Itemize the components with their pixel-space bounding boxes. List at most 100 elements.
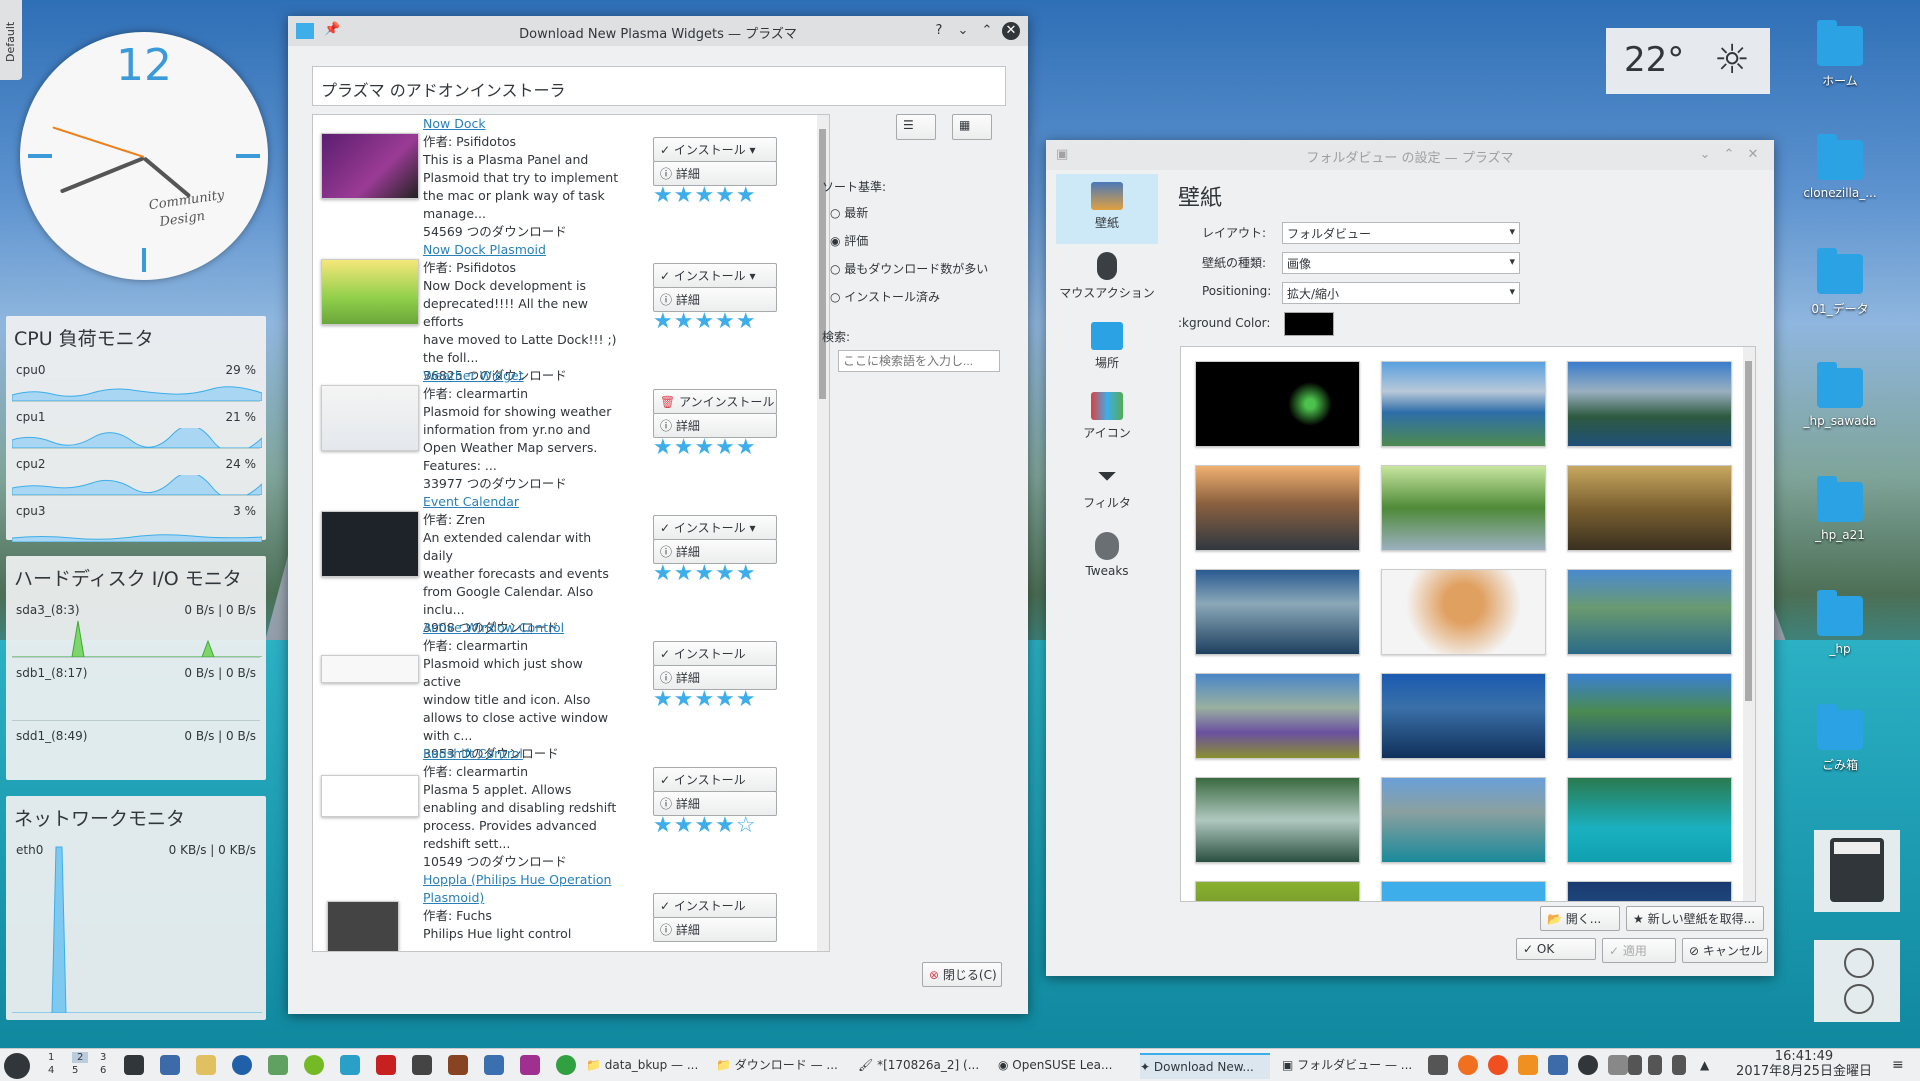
close-window-button[interactable]: ✕: [1744, 146, 1762, 164]
install-button[interactable]: ✓ インストール ▾: [653, 137, 777, 162]
wallpaper-thumbnail[interactable]: [1195, 465, 1360, 551]
install-button[interactable]: ✓ インストール: [653, 641, 777, 666]
tool-icon[interactable]: [268, 1055, 288, 1075]
apply-button[interactable]: ✓ 適用: [1602, 938, 1676, 963]
task-image-editor[interactable]: 🖌 *[170826a_2] (...: [858, 1053, 986, 1077]
icon-view-button[interactable]: ▦: [952, 114, 992, 140]
wallpaper-thumbnail[interactable]: [1381, 569, 1546, 655]
wallpaper-thumbnail[interactable]: [1381, 361, 1546, 447]
weather-widget[interactable]: 22° ☼: [1606, 28, 1770, 94]
wallpaper-thumbnail[interactable]: [1381, 777, 1546, 863]
wallpaper-thumbnail[interactable]: [1567, 569, 1732, 655]
item-title-link[interactable]: Redshift Control: [423, 745, 623, 763]
wallpaper-thumbnail[interactable]: [1381, 465, 1546, 551]
input-method-icon-2[interactable]: [1488, 1055, 1508, 1075]
sidebar-item-filter[interactable]: ⏷ フィルタ: [1056, 454, 1158, 524]
pdf-icon[interactable]: [376, 1055, 396, 1075]
power-icon[interactable]: [1844, 984, 1874, 1014]
editor-icon[interactable]: [196, 1055, 216, 1075]
desktop-icon-trash[interactable]: ごみ箱: [1790, 704, 1890, 773]
sidebar-item-location[interactable]: 場所: [1056, 314, 1158, 384]
media-icon[interactable]: [520, 1055, 540, 1075]
item-title-link[interactable]: Weather Widget: [423, 367, 623, 385]
tray-expand-icon[interactable]: ▲: [1700, 1053, 1714, 1077]
desktop-icon-01-data[interactable]: 01_データ: [1790, 248, 1890, 317]
minimize-button[interactable]: ⌄: [1696, 146, 1714, 164]
item-title-link[interactable]: Hoppla (Philips Hue Operation Plasmoid): [423, 871, 623, 907]
get-new-wallpapers-button[interactable]: ★ 新しい壁紙を取得...: [1626, 906, 1764, 931]
item-title-link[interactable]: Active Window Control: [423, 619, 623, 637]
close-window-button[interactable]: ✕: [1002, 22, 1020, 40]
wallpaper-thumbnail[interactable]: [1195, 777, 1360, 863]
help-button[interactable]: ?: [930, 22, 948, 40]
terminal-icon[interactable]: [124, 1055, 144, 1075]
wallpaper-type-select[interactable]: 画像: [1282, 252, 1520, 274]
desktop-icon-home[interactable]: ホーム: [1790, 20, 1890, 89]
panel-settings-icon[interactable]: ≡: [1892, 1057, 1910, 1075]
wallpaper-thumbnail[interactable]: [1381, 673, 1546, 759]
browser-icon[interactable]: [232, 1055, 252, 1075]
open-button[interactable]: 📂 開く...: [1540, 906, 1620, 931]
sidebar-item-wallpaper[interactable]: 壁紙: [1056, 174, 1158, 244]
ok-button[interactable]: ✓ OK: [1516, 938, 1596, 960]
clipboard-icon[interactable]: [1648, 1055, 1662, 1075]
desktop-icon-clonezilla[interactable]: clonezilla_...: [1790, 134, 1890, 200]
download-window-titlebar[interactable]: 📌 Download New Plasma Widgets — プラズマ ? ⌄…: [288, 16, 1028, 46]
sort-option-rating[interactable]: ◉ 評価: [830, 232, 868, 249]
wallpaper-thumbnail[interactable]: [1567, 777, 1732, 863]
install-button[interactable]: ✓ インストール ▾: [653, 515, 777, 540]
minimize-button[interactable]: ⌄: [954, 22, 972, 40]
folder-window-titlebar[interactable]: ▣ フォルダビュー の設定 — プラズマ ⌄ ⌃ ✕: [1046, 140, 1774, 170]
sidebar-item-tweaks[interactable]: Tweaks: [1056, 524, 1158, 594]
task-download-widgets[interactable]: ✦ Download New...: [1140, 1053, 1270, 1079]
volume-icon[interactable]: [1672, 1055, 1686, 1075]
item-title-link[interactable]: Now Dock: [423, 115, 623, 133]
task-folder-view[interactable]: ▣ フォルダビュー — ...: [1282, 1053, 1412, 1077]
layout-select[interactable]: フォルダビュー: [1282, 222, 1520, 244]
sidebar-item-icons[interactable]: アイコン: [1056, 384, 1158, 454]
wallpaper-thumbnail[interactable]: [1567, 361, 1732, 447]
maximize-button[interactable]: ⌃: [978, 22, 996, 40]
fish-icon[interactable]: [340, 1055, 360, 1075]
desktop-icon-hp[interactable]: _hp: [1790, 590, 1890, 656]
application-launcher-icon[interactable]: [4, 1053, 30, 1079]
cancel-button[interactable]: ⊘ キャンセル: [1682, 938, 1768, 963]
desktop-toolbox-tab[interactable]: Default: [0, 0, 22, 80]
lock-icon[interactable]: [1844, 948, 1874, 978]
background-color-swatch[interactable]: [1284, 312, 1334, 336]
install-button[interactable]: ✓ インストール ▾: [653, 263, 777, 288]
headphones-icon[interactable]: [484, 1055, 504, 1075]
positioning-select[interactable]: 拡大/縮小: [1282, 282, 1520, 304]
desktop-icon-hp-a21[interactable]: _hp_a21: [1790, 476, 1890, 542]
task-browser[interactable]: ◉ OpenSUSE Lea...: [998, 1053, 1128, 1077]
wallpaper-thumbnail[interactable]: [1195, 361, 1360, 447]
inkscape-icon[interactable]: [412, 1055, 432, 1075]
wallpaper-thumbnail[interactable]: [1195, 569, 1360, 655]
list-view-button[interactable]: ☰: [896, 114, 936, 140]
input-method-icon[interactable]: [1458, 1055, 1478, 1075]
sort-option-newest[interactable]: ○ 最新: [830, 204, 868, 221]
sort-option-installed[interactable]: ○ インストール済み: [830, 288, 940, 305]
uninstall-button[interactable]: 🗑 アンインストール: [653, 389, 777, 414]
wallpaper-thumbnail-selected[interactable]: [1381, 881, 1546, 901]
tray-app-icon[interactable]: [1548, 1055, 1568, 1075]
item-title-link[interactable]: Event Calendar: [423, 493, 623, 511]
sort-option-most-downloads[interactable]: ○ 最もダウンロード数が多い: [830, 260, 988, 277]
usb-icon[interactable]: [1628, 1055, 1642, 1075]
search-input[interactable]: [838, 350, 1000, 372]
digital-clock[interactable]: 16:41:49 2017年8月25日金曜日: [1724, 1049, 1884, 1079]
details-button[interactable]: ⓘ 詳細: [653, 917, 777, 942]
wrench-icon[interactable]: [1518, 1055, 1538, 1075]
wallpaper-thumbnail[interactable]: [1195, 881, 1360, 901]
wallpaper-thumbnail[interactable]: [1195, 673, 1360, 759]
game-icon[interactable]: [448, 1055, 468, 1075]
tray-tool-icon[interactable]: [1428, 1055, 1448, 1075]
task-downloads[interactable]: 📁 ダウンロード — ...: [716, 1053, 846, 1077]
network-icon[interactable]: [160, 1055, 180, 1075]
grid-scrollbar[interactable]: [1743, 347, 1755, 901]
sync-icon[interactable]: [556, 1055, 576, 1075]
night-mode-icon[interactable]: [1578, 1055, 1598, 1075]
close-button[interactable]: ⊗ 閉じる(C): [922, 962, 1002, 987]
calculator-widget[interactable]: [1814, 830, 1900, 912]
list-scrollbar[interactable]: [817, 115, 829, 951]
